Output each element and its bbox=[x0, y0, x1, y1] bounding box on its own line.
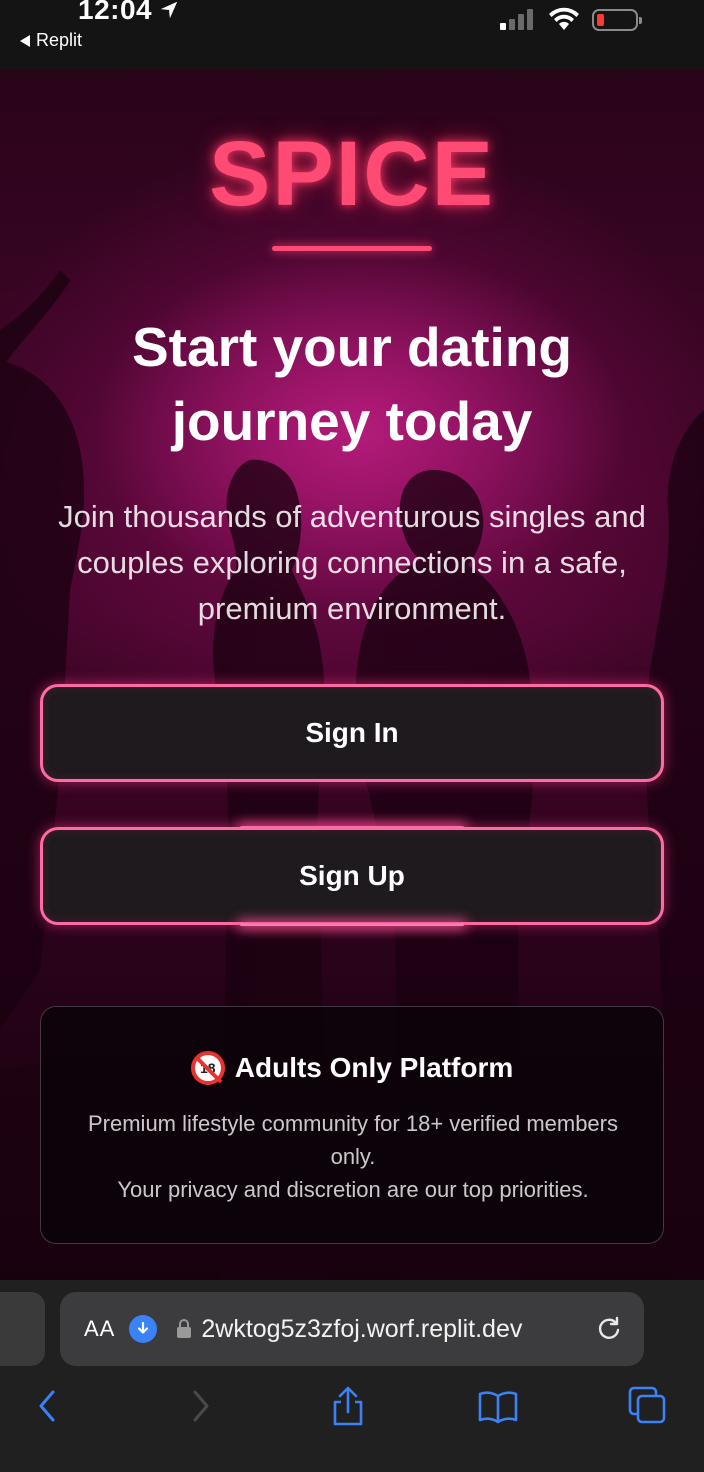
tabs-icon[interactable] bbox=[626, 1384, 670, 1428]
logo-underline bbox=[272, 246, 432, 251]
back-to-app-link[interactable]: Replit bbox=[20, 30, 82, 51]
sign-in-button[interactable]: Sign In bbox=[40, 684, 664, 782]
status-time-group: 12:04 bbox=[78, 0, 180, 26]
reader-aa-button[interactable]: AA bbox=[84, 1316, 115, 1342]
address-bar[interactable]: AA 2wktog5z3zfoj.worf.replit.dev bbox=[60, 1292, 644, 1366]
lock-icon bbox=[177, 1319, 192, 1338]
spice-logo: SPICE bbox=[208, 123, 496, 225]
sign-up-label: Sign Up bbox=[299, 860, 405, 891]
badge-18-text: 18 bbox=[199, 1060, 216, 1076]
share-icon[interactable] bbox=[326, 1384, 370, 1428]
location-arrow-icon bbox=[160, 1, 178, 19]
url-text: 2wktog5z3zfoj.worf.replit.dev bbox=[201, 1314, 523, 1343]
adults-only-notice: 18 Adults Only Platform Premium lifestyl… bbox=[40, 1006, 664, 1244]
subtext: Join thousands of adventurous singles an… bbox=[58, 499, 646, 626]
bookmarks-icon[interactable] bbox=[476, 1384, 520, 1428]
back-app-label: Replit bbox=[36, 30, 83, 50]
no-under-18-icon: 18 bbox=[190, 1051, 225, 1085]
notice-text: Premium lifestyle community for 18+ veri… bbox=[71, 1107, 635, 1206]
wifi-icon bbox=[549, 7, 579, 30]
forward-icon[interactable] bbox=[178, 1384, 222, 1428]
sign-up-bottom-glow bbox=[240, 923, 464, 926]
back-triangle-icon bbox=[20, 34, 30, 47]
previous-tab-peek[interactable] bbox=[0, 1292, 45, 1366]
download-icon[interactable] bbox=[129, 1315, 158, 1343]
notice-line-2: Your privacy and discretion are our top … bbox=[117, 1177, 589, 1202]
battery-icon bbox=[592, 9, 642, 31]
notice-line-1: Premium lifestyle community for 18+ veri… bbox=[88, 1111, 618, 1169]
hero-section: SPICE Start your dating journey today Jo… bbox=[0, 70, 704, 1280]
headline: Start your dating journey today bbox=[131, 316, 573, 452]
notice-title: Adults Only Platform bbox=[234, 1052, 514, 1083]
sign-up-button[interactable]: Sign Up bbox=[40, 827, 664, 925]
browser-toolbar bbox=[0, 1384, 704, 1444]
browser-bottom-bar: AA 2wktog5z3zfoj.worf.replit.dev bbox=[0, 1280, 704, 1472]
cellular-signal-icon bbox=[500, 8, 533, 30]
reload-icon[interactable] bbox=[594, 1314, 624, 1344]
status-time: 12:04 bbox=[78, 0, 153, 25]
notice-title-row: 18 Adults Only Platform bbox=[41, 1051, 663, 1085]
status-bar: 12:04 Replit bbox=[0, 0, 704, 70]
sign-in-label: Sign In bbox=[305, 717, 399, 748]
back-icon[interactable] bbox=[26, 1384, 70, 1428]
